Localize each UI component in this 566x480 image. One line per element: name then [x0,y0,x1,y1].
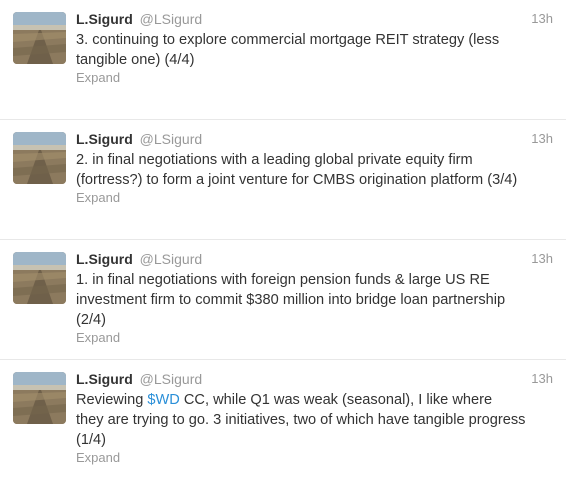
landscape-avatar-image [13,372,66,424]
tweet-text-line: investment firm to commit $380 million i… [76,292,506,308]
tweet-text-line: (2/4) [76,312,107,328]
avatar[interactable] [13,132,66,184]
tweet-text-fragment: Reviewing [76,392,148,408]
tweet[interactable]: L.Sigurd @LSigurd 13h 1. in final negoti… [0,240,566,360]
expand-link[interactable]: Expand [76,70,120,86]
tweet-header: L.Sigurd @LSigurd [76,370,202,388]
tweet-text-line: Reviewing $WD CC, while Q1 was weak (sea… [76,390,556,410]
author-fullname[interactable]: L.Sigurd [76,11,133,27]
tweet-text: 2. in final negotiations with a leading … [76,150,556,190]
tweet-header: L.Sigurd @LSigurd [76,10,202,28]
tweet-text-line: they are trying to go. 3 initiatives, tw… [76,412,526,428]
tweet-text-line: 2. in final negotiations with a leading … [76,152,473,168]
avatar[interactable] [13,372,66,424]
landscape-avatar-image [13,132,66,184]
author-username[interactable]: @LSigurd [140,11,202,27]
tweet-header: L.Sigurd @LSigurd [76,130,202,148]
tweet-text-fragment: CC, while Q1 was weak (seasonal), I like… [179,392,493,408]
tweet-text-line: (1/4) [76,432,107,448]
tweet-text: 3. continuing to explore commercial mort… [76,30,556,70]
tweet-timestamp[interactable]: 13h [531,131,553,147]
avatar[interactable] [13,252,66,304]
tweet-header: L.Sigurd @LSigurd [76,250,202,268]
author-fullname[interactable]: L.Sigurd [76,251,133,267]
tweet-text-line: tangible one) (4/4) [76,52,195,68]
tweet-timestamp[interactable]: 13h [531,11,553,27]
tweet-text: Reviewing $WD CC, while Q1 was weak (sea… [76,390,556,450]
author-username[interactable]: @LSigurd [140,251,202,267]
landscape-avatar-image [13,252,66,304]
expand-link[interactable]: Expand [76,330,120,346]
tweet-timestamp[interactable]: 13h [531,251,553,267]
tweet-timestamp[interactable]: 13h [531,371,553,387]
tweet-text-line: 3. continuing to explore commercial mort… [76,32,500,48]
author-username[interactable]: @LSigurd [140,131,202,147]
tweet[interactable]: L.Sigurd @LSigurd 13h 3. continuing to e… [0,0,566,120]
tweet[interactable]: L.Sigurd @LSigurd 13h Reviewing $WD CC, … [0,360,566,480]
cashtag-link[interactable]: $WD [147,392,179,408]
expand-link[interactable]: Expand [76,190,120,206]
expand-link[interactable]: Expand [76,450,120,466]
tweet-text: 1. in final negotiations with foreign pe… [76,270,556,330]
avatar[interactable] [13,12,66,64]
tweet-text-line: (fortress?) to form a joint venture for … [76,172,518,188]
tweet-text-line: 1. in final negotiations with foreign pe… [76,272,490,288]
landscape-avatar-image [13,12,66,64]
author-fullname[interactable]: L.Sigurd [76,371,133,387]
tweet[interactable]: L.Sigurd @LSigurd 13h 2. in final negoti… [0,120,566,240]
tweet-timeline: L.Sigurd @LSigurd 13h 3. continuing to e… [0,0,566,480]
author-fullname[interactable]: L.Sigurd [76,131,133,147]
author-username[interactable]: @LSigurd [140,371,202,387]
